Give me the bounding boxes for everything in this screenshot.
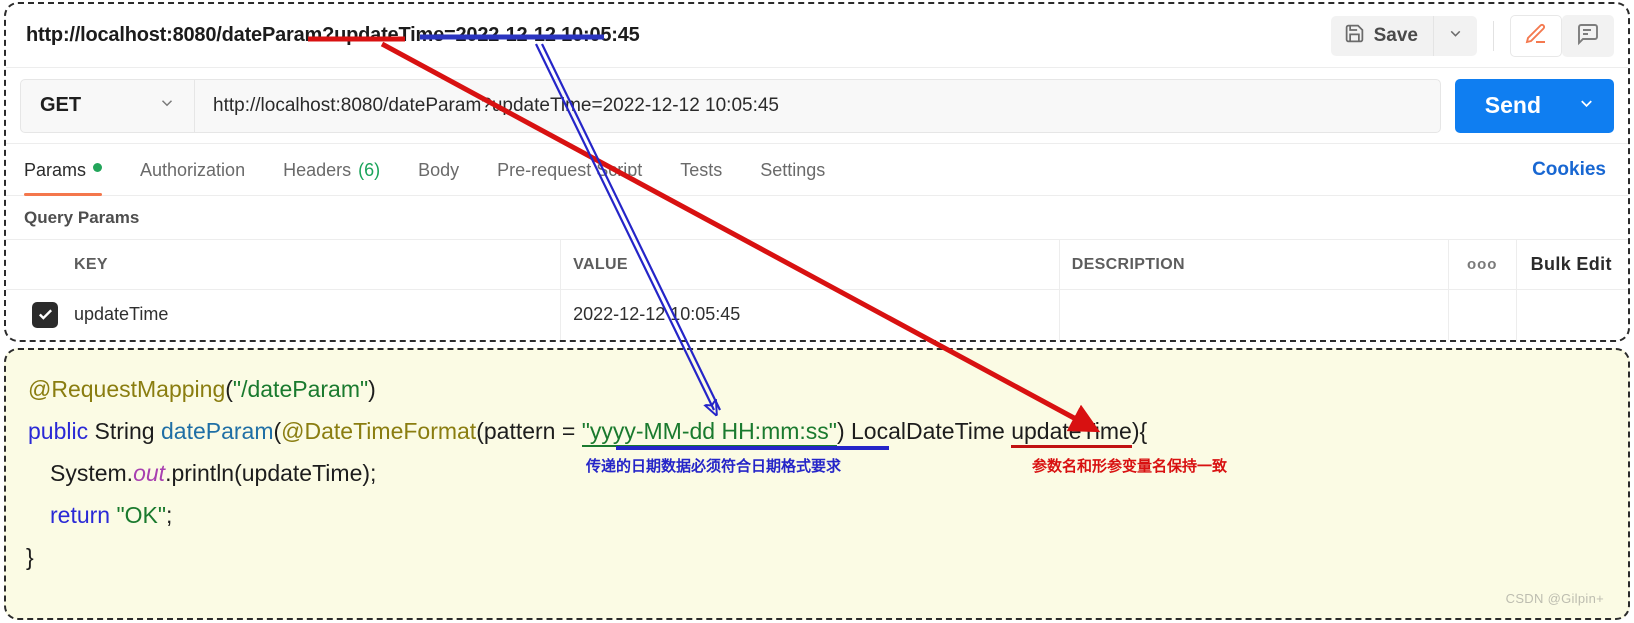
query-params-table: KEY VALUE DESCRIPTION ooo Bulk Edit upda… — [6, 239, 1628, 340]
row-checkbox-cell — [6, 289, 62, 340]
comments-button[interactable] — [1562, 15, 1614, 57]
bulk-edit-button[interactable]: Bulk Edit — [1516, 239, 1628, 290]
header-description: DESCRIPTION — [1059, 239, 1449, 290]
more-options-icon: ooo — [1466, 255, 1498, 273]
mapping-path-string: "/dateParam" — [232, 376, 369, 402]
tab-body[interactable]: Body — [399, 144, 478, 196]
row-description[interactable] — [1059, 289, 1449, 340]
postman-request-panel: http://localhost:8080/dateParam?updateTi… — [4, 2, 1630, 342]
chevron-down-icon — [1577, 94, 1596, 118]
request-title: http://localhost:8080/dateParam?updateTi… — [26, 24, 640, 46]
tab-headers[interactable]: Headers (6) — [264, 144, 399, 196]
chevron-down-icon — [1447, 25, 1464, 47]
request-tabs: Params Authorization Headers (6) Body Pr… — [6, 144, 1628, 196]
tab-settings-label: Settings — [760, 159, 826, 180]
query-params-label: Query Params — [24, 208, 140, 227]
chevron-down-icon — [158, 94, 176, 118]
header-key: KEY — [61, 239, 562, 290]
save-options-button[interactable] — [1433, 16, 1477, 56]
paren-open-1: ( — [225, 376, 233, 402]
send-options-button[interactable] — [1558, 79, 1614, 133]
tab-headers-count: (6) — [358, 159, 381, 180]
save-button[interactable]: Save — [1330, 16, 1433, 56]
type-string: String — [88, 418, 161, 444]
watermark: CSDN @Gilpin+ — [1505, 591, 1604, 606]
paren-close-1: ) — [368, 376, 376, 402]
cookies-link[interactable]: Cookies — [1532, 159, 1606, 181]
tab-tests-label: Tests — [680, 159, 723, 180]
pattern-prefix: (pattern = — [476, 418, 582, 444]
line2-tail: ){ — [1131, 418, 1148, 444]
url-input[interactable]: http://localhost:8080/dateParam?updateTi… — [195, 80, 1440, 132]
save-button-label: Save — [1373, 25, 1418, 46]
tab-body-label: Body — [418, 159, 460, 180]
closing-brace: } — [26, 544, 34, 570]
header-value: VALUE — [560, 239, 1060, 290]
java-code-panel: @RequestMapping("/dateParam") public Str… — [4, 348, 1630, 620]
toolbar-divider — [1493, 21, 1494, 51]
tab-params-label: Params — [24, 159, 87, 180]
tab-settings[interactable]: Settings — [741, 144, 844, 196]
method-url-group: GET http://localhost:8080/dateParam?upda… — [20, 78, 1441, 133]
request-title-bar: http://localhost:8080/dateParam?updateTi… — [6, 4, 1628, 68]
red-annotation-note: 参数名和形参变量名保持一致 — [1032, 458, 1228, 475]
keyword-public: public — [28, 418, 89, 444]
tab-tests[interactable]: Tests — [661, 144, 741, 196]
tab-authorization-label: Authorization — [140, 159, 246, 180]
check-icon — [38, 309, 52, 320]
code-line-4: return "OK"; — [50, 502, 172, 529]
tab-pre-request-script[interactable]: Pre-request Script — [478, 144, 661, 196]
pencil-icon — [1524, 22, 1548, 51]
return-string: "OK" — [116, 502, 167, 528]
header-more-options[interactable]: ooo — [1448, 239, 1517, 290]
row-checkbox[interactable] — [32, 301, 58, 328]
params-modified-dot — [93, 162, 103, 172]
println-call: .println(updateTime); — [165, 460, 377, 486]
request-mapping-annotation: @RequestMapping — [28, 376, 226, 402]
row-key[interactable]: updateTime — [61, 289, 562, 340]
table-header-row: KEY VALUE DESCRIPTION ooo Bulk Edit — [6, 239, 1628, 290]
localdatetime-type: ) LocalDateTime — [836, 418, 1012, 444]
keyword-return: return — [50, 502, 117, 528]
table-row: updateTime 2022-12-12 10:05:45 — [6, 289, 1628, 340]
system-prefix: System. — [50, 460, 134, 486]
datetimeformat-annotation: @DateTimeFormat — [281, 418, 477, 444]
date-pattern-string: "yyyy-MM-dd HH:mm:ss" — [581, 418, 837, 447]
code-line-5: } — [26, 544, 34, 571]
http-method-select[interactable]: GET — [21, 79, 195, 132]
system-out-field: out — [133, 460, 166, 486]
bulk-edit-label: Bulk Edit — [1530, 254, 1612, 274]
semicolon-4: ; — [166, 502, 173, 528]
send-button-label: Send — [1484, 92, 1541, 118]
request-bar: GET http://localhost:8080/dateParam?upda… — [6, 68, 1628, 144]
floppy-disk-icon — [1344, 23, 1365, 50]
header-checkbox-cell — [6, 239, 62, 290]
title-bar-actions: Save — [1330, 4, 1614, 68]
code-line-3: System.out.println(updateTime); — [50, 460, 376, 487]
code-line-1: @RequestMapping("/dateParam") — [28, 376, 376, 403]
row-more-cell — [1448, 289, 1517, 340]
comment-icon — [1576, 22, 1600, 51]
send-button[interactable]: Send — [1454, 78, 1614, 133]
screenshot-root: http://localhost:8080/dateParam?updateTi… — [0, 0, 1634, 623]
edit-request-button[interactable] — [1510, 15, 1562, 57]
row-bulk-cell — [1516, 289, 1628, 340]
parameter-name: updateTime — [1011, 418, 1132, 448]
tab-pre-request-script-label: Pre-request Script — [497, 159, 643, 180]
row-value[interactable]: 2022-12-12 10:05:45 — [560, 289, 1060, 340]
code-line-2: public String dateParam(@DateTimeFormat(… — [28, 418, 1148, 448]
tab-authorization[interactable]: Authorization — [121, 144, 264, 196]
http-method-label: GET — [40, 94, 82, 116]
tab-headers-label: Headers — [283, 159, 352, 180]
blue-annotation-note: 传递的日期数据必须符合日期格式要求 — [586, 458, 842, 475]
method-name: dateParam — [160, 418, 274, 444]
tab-params[interactable]: Params — [24, 144, 121, 196]
